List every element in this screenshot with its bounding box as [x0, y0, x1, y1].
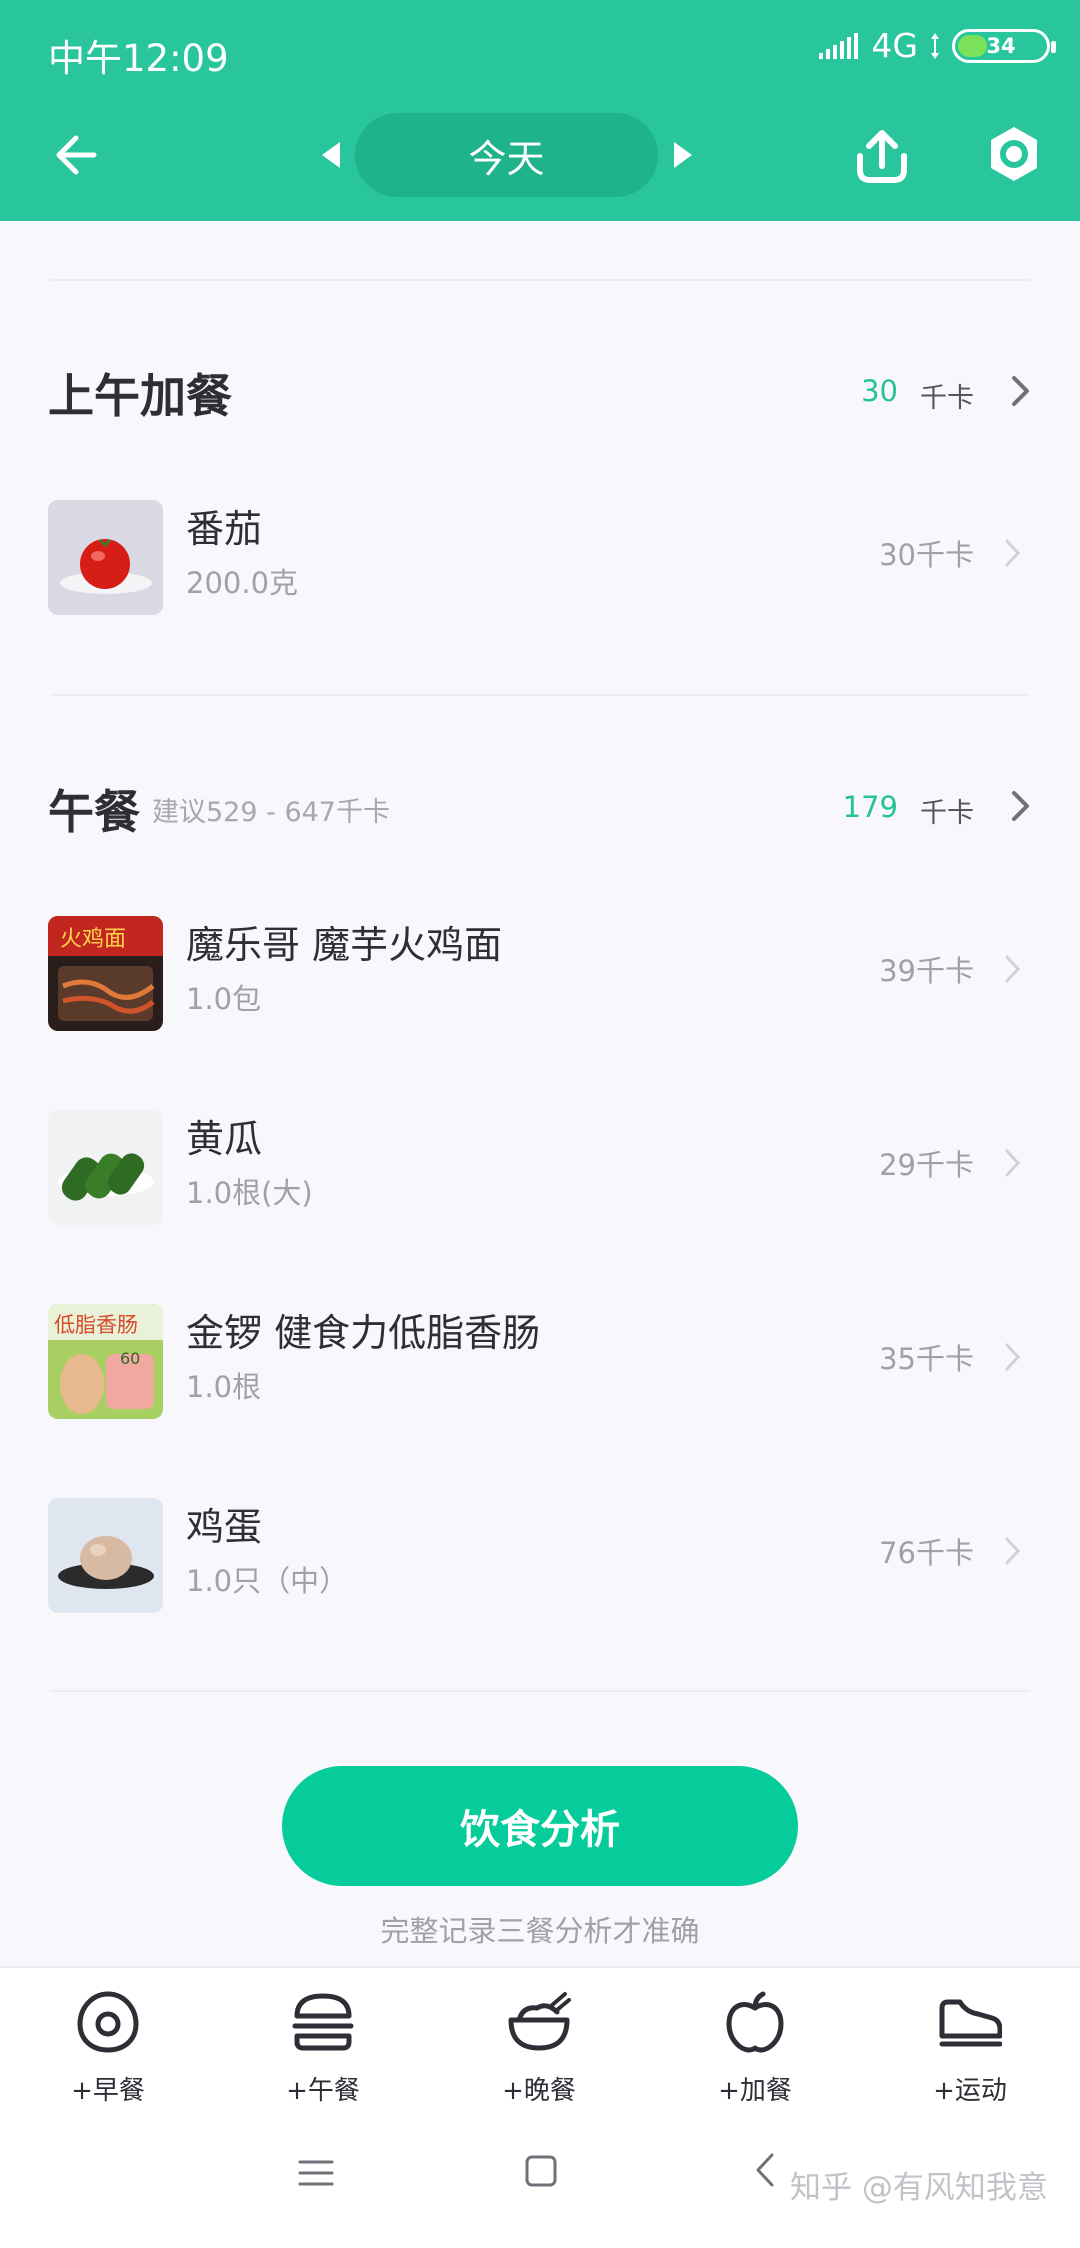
chevron-right-icon: [1005, 955, 1021, 983]
tab-label: +早餐: [71, 2076, 145, 2106]
signal-icon: [819, 32, 859, 59]
tab-label: +午餐: [286, 2076, 360, 2106]
food-kcal: 30千卡: [879, 538, 974, 572]
section-divider: [50, 694, 1030, 696]
food-row-tomato[interactable]: 番茄 200.0克 30千卡: [0, 480, 1080, 620]
settings-hexagon-icon[interactable]: [984, 124, 1044, 184]
meal-kcal-unit: 千卡: [920, 383, 974, 414]
bottom-add-bar: +早餐 +午餐 +晚餐 +加餐 +运动: [0, 1966, 1080, 2120]
chevron-right-icon[interactable]: [1010, 374, 1032, 408]
system-nav-bar: 知乎 @有风知我意: [0, 2118, 1080, 2248]
network-label: 4G: [871, 26, 918, 65]
food-kcal: 76千卡: [879, 1536, 974, 1570]
battery-icon: 34: [952, 28, 1056, 63]
meal-kcal-value[interactable]: 179: [843, 790, 898, 824]
chevron-right-icon: [1005, 539, 1021, 567]
add-snack-button[interactable]: +加餐: [685, 1988, 825, 2108]
apple-icon: [726, 1991, 784, 2053]
food-thumb-egg: [48, 1498, 163, 1613]
watermark: 知乎 @有风知我意: [790, 2170, 1048, 2206]
food-thumb-cucumber: [48, 1110, 163, 1225]
section-divider: [50, 1690, 1030, 1692]
back-arrow-icon[interactable]: [50, 128, 104, 182]
food-amount: 1.0根: [186, 1370, 262, 1404]
svg-text:火鸡面: 火鸡面: [60, 927, 126, 952]
chevron-right-icon: [1005, 1537, 1021, 1565]
nav-back-icon[interactable]: [754, 2152, 776, 2188]
data-activity-icon: [931, 32, 939, 59]
food-amount: 1.0包: [186, 982, 262, 1016]
food-amount: 1.0只（中）: [186, 1564, 349, 1598]
food-name: 鸡蛋: [186, 1505, 263, 1549]
caret-right-icon[interactable]: [672, 140, 694, 170]
share-upload-icon[interactable]: [852, 126, 912, 186]
app-header: 中午12:09 4G 34 今天: [0, 0, 1080, 221]
day-selector[interactable]: 今天: [355, 113, 658, 197]
food-thumb-noodles: 火鸡面: [48, 916, 163, 1031]
status-indicators: 4G 34: [819, 26, 1056, 65]
food-row-sausage[interactable]: 低脂香肠 60 金锣 健食力低脂香肠 1.0根 35千卡: [0, 1284, 1080, 1424]
section-divider: [50, 279, 1030, 281]
rice-bowl-icon: [508, 1992, 571, 2051]
food-amount: 1.0根(大): [186, 1176, 313, 1210]
food-kcal: 29千卡: [879, 1148, 974, 1182]
chevron-right-icon: [1005, 1343, 1021, 1371]
food-kcal: 39千卡: [879, 954, 974, 988]
food-thumb-tomato: [48, 500, 163, 615]
food-thumb-sausage: 低脂香肠 60: [48, 1304, 163, 1419]
chevron-right-icon: [1005, 1149, 1021, 1177]
add-exercise-button[interactable]: +运动: [900, 1988, 1040, 2108]
burger-icon: [292, 1993, 354, 2051]
food-amount: 200.0克: [186, 566, 299, 600]
menu-icon[interactable]: [298, 2158, 334, 2188]
egg-icon: [77, 1991, 139, 2053]
caret-left-icon[interactable]: [320, 140, 342, 170]
meal-suggestion: 建议529 - 647千卡: [152, 797, 390, 828]
svg-text:60: 60: [120, 1349, 140, 1368]
meal-kcal-unit: 千卡: [920, 798, 974, 829]
add-dinner-button[interactable]: +晚餐: [469, 1988, 609, 2108]
food-name: 魔乐哥 魔芋火鸡面: [186, 923, 503, 967]
tab-label: +晚餐: [502, 2076, 576, 2106]
add-lunch-button[interactable]: +午餐: [253, 1988, 393, 2108]
food-name: 番茄: [186, 507, 263, 551]
food-row-noodles[interactable]: 火鸡面 魔乐哥 魔芋火鸡面 1.0包 39千卡: [0, 896, 1080, 1036]
analysis-tip: 完整记录三餐分析才准确: [380, 1914, 700, 1948]
food-name: 黄瓜: [186, 1117, 263, 1161]
meal-kcal-value[interactable]: 30: [861, 374, 898, 408]
add-breakfast-button[interactable]: +早餐: [38, 1988, 178, 2108]
food-kcal: 35千卡: [879, 1342, 974, 1376]
tab-label: +加餐: [718, 2076, 792, 2106]
chevron-right-icon[interactable]: [1010, 789, 1032, 823]
battery-level: 34: [986, 33, 1016, 58]
meal-title-morning-snack: 上午加餐: [48, 369, 232, 423]
tab-label: +运动: [933, 2076, 1007, 2106]
food-row-egg[interactable]: 鸡蛋 1.0只（中） 76千卡: [0, 1478, 1080, 1618]
diet-analysis-button[interactable]: 饮食分析: [282, 1766, 798, 1886]
status-time: 中午12:09: [48, 37, 229, 80]
food-row-cucumber[interactable]: 黄瓜 1.0根(大) 29千卡: [0, 1090, 1080, 1230]
food-name: 金锣 健食力低脂香肠: [186, 1311, 541, 1355]
meal-title-lunch: 午餐: [48, 785, 140, 839]
home-square-icon[interactable]: [524, 2154, 558, 2188]
svg-text:低脂香肠: 低脂香肠: [54, 1313, 138, 1337]
sneaker-icon: [939, 1999, 1002, 2047]
